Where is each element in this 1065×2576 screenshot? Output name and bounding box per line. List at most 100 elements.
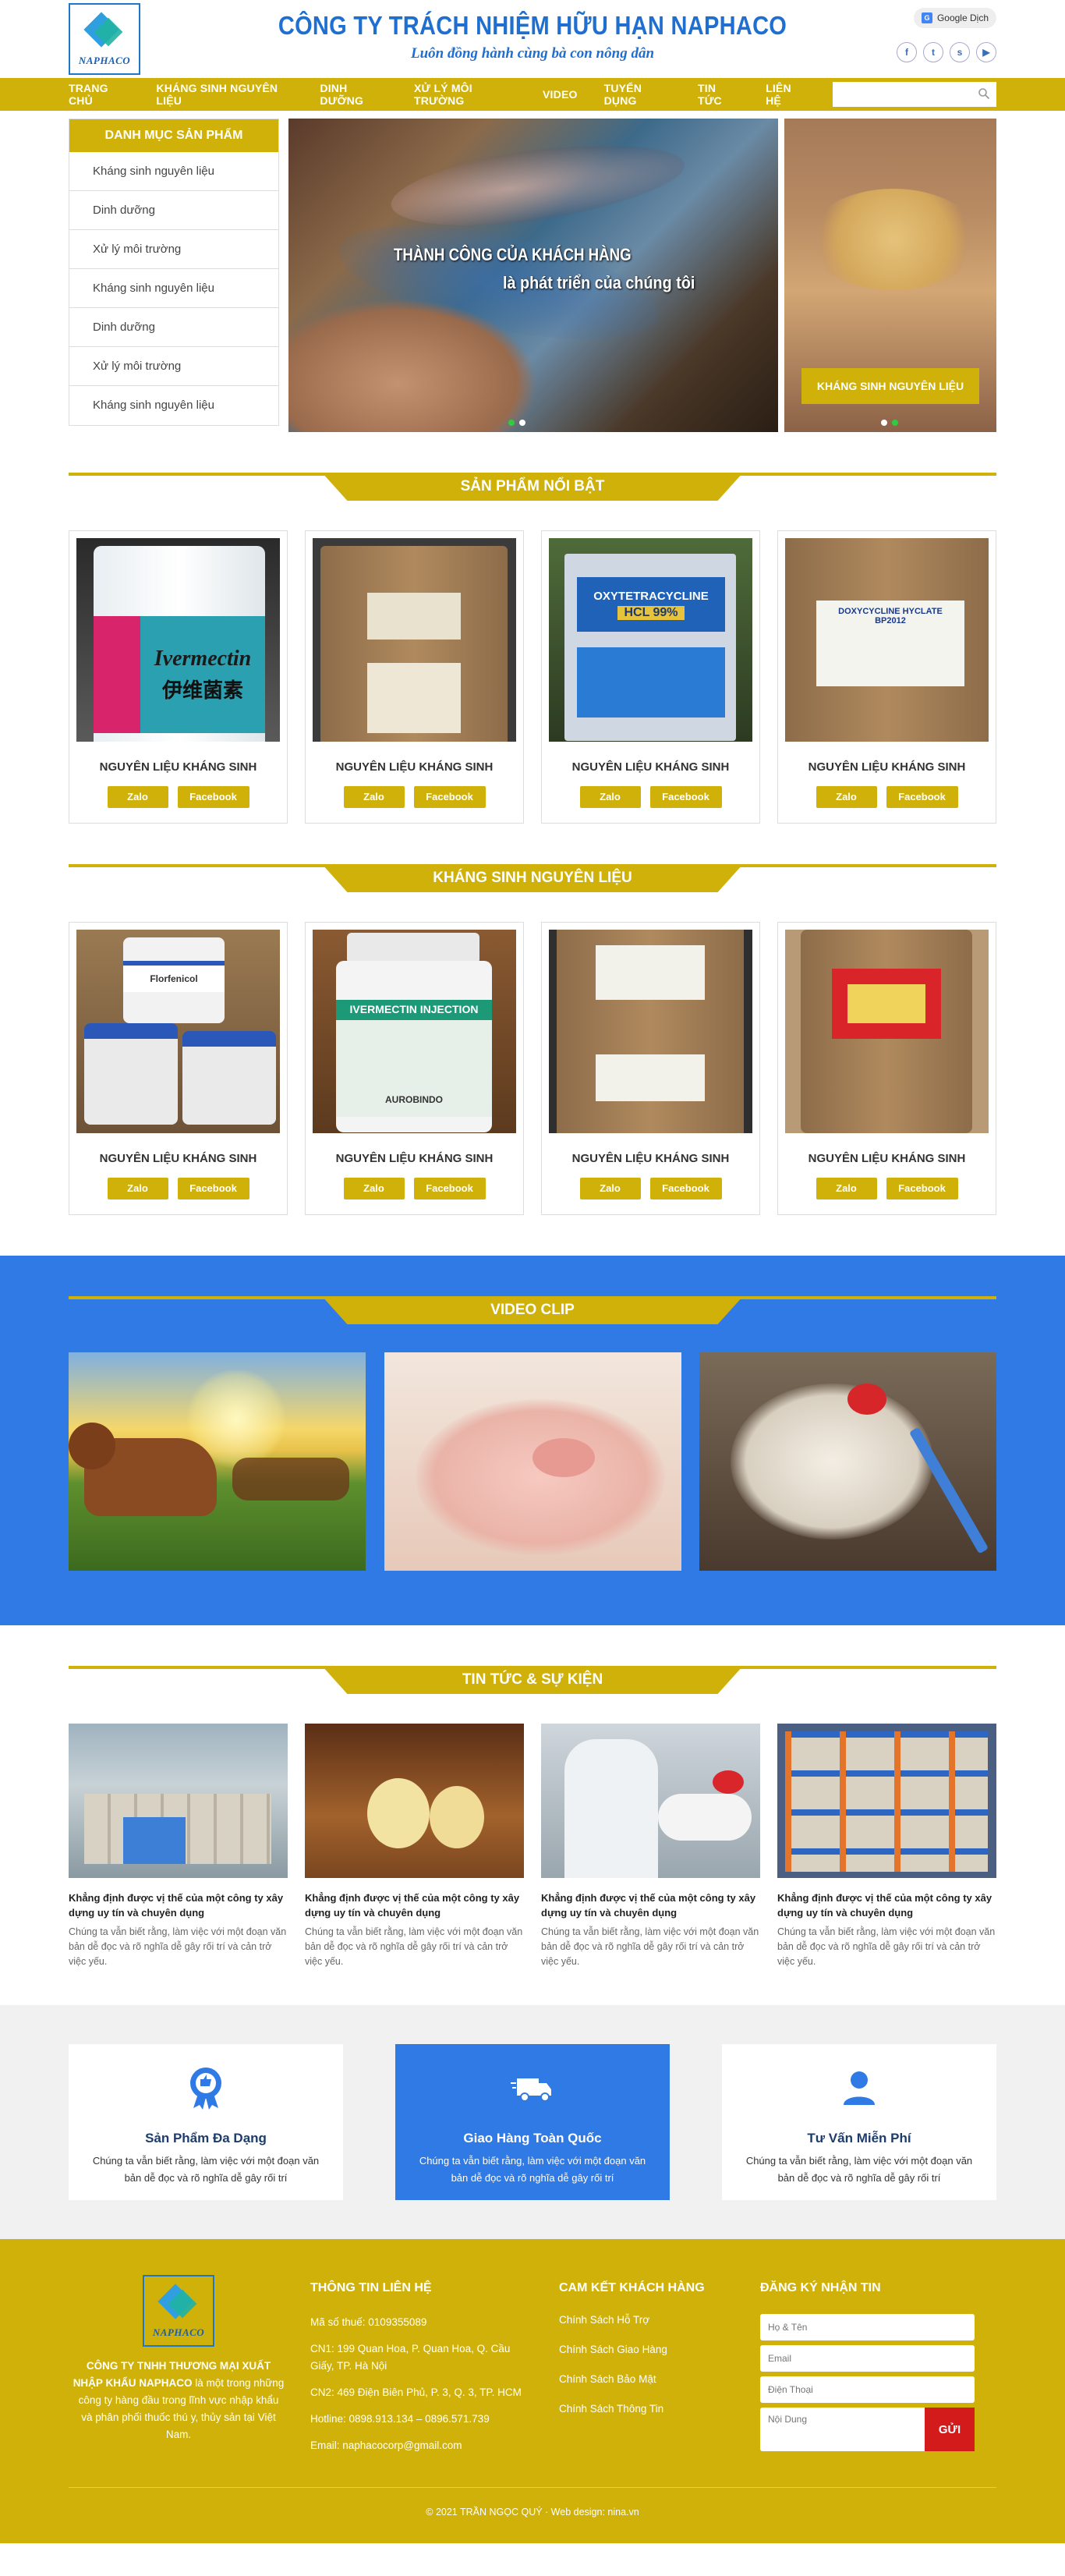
news-image[interactable] <box>305 1724 524 1878</box>
zalo-button[interactable]: Zalo <box>816 1178 877 1199</box>
category-item[interactable]: Dinh dưỡng <box>69 191 278 230</box>
video-thumbnail-cattle[interactable] <box>69 1352 366 1571</box>
twitter-icon[interactable]: t <box>923 42 943 62</box>
search-icon[interactable] <box>978 87 990 100</box>
category-item[interactable]: Xử lý môi trường <box>69 230 278 269</box>
search-input[interactable] <box>832 82 996 107</box>
facebook-button[interactable]: Facebook <box>886 786 958 808</box>
footer-logo[interactable]: NAPHACO <box>143 2275 214 2347</box>
product-image[interactable]: Ivermectin 伊维菌素 <box>76 538 280 742</box>
facebook-button[interactable]: Facebook <box>886 1178 958 1199</box>
footer-link-privacy-policy[interactable]: Chính Sách Bảo Mật <box>559 2373 760 2385</box>
footer-email[interactable]: Email: naphacocorp@gmail.com <box>310 2437 559 2454</box>
nav-item-antibiotics[interactable]: KHÁNG SINH NGUYÊN LIỆU <box>156 82 293 107</box>
video-thumbnail-pig[interactable] <box>384 1352 681 1571</box>
zalo-button[interactable]: Zalo <box>343 786 405 808</box>
zalo-button[interactable]: Zalo <box>816 786 877 808</box>
news-card[interactable]: Khẳng định được vị thế của một công ty x… <box>69 1724 288 1969</box>
product-card[interactable]: IVERMECTIN INJECTION AUROBINDO NGUYÊN LI… <box>305 922 524 1215</box>
facebook-button[interactable]: Facebook <box>177 786 249 808</box>
product-image[interactable]: IVERMECTIN INJECTION AUROBINDO <box>313 930 516 1133</box>
youtube-icon[interactable]: ▶ <box>976 42 996 62</box>
news-title[interactable]: Khẳng định được vị thế của một công ty x… <box>69 1890 288 1920</box>
product-card[interactable]: Ivermectin 伊维菌素 NGUYÊN LIỆU KHÁNG SINH Z… <box>69 530 288 824</box>
product-label: DOXYCYCLINE HYCLATE BP2012 <box>838 607 943 625</box>
category-item[interactable]: Kháng sinh nguyên liệu <box>69 269 278 308</box>
zalo-button[interactable]: Zalo <box>107 1178 168 1199</box>
zalo-button[interactable]: Zalo <box>579 1178 641 1199</box>
facebook-button[interactable]: Facebook <box>413 786 486 808</box>
category-item[interactable]: Kháng sinh nguyên liệu <box>69 152 278 191</box>
skype-icon[interactable]: s <box>950 42 970 62</box>
news-card[interactable]: Khẳng định được vị thế của một công ty x… <box>305 1724 524 1969</box>
google-translate-button[interactable]: G Google Dịch <box>913 8 996 28</box>
category-item[interactable]: Dinh dưỡng <box>69 308 278 347</box>
product-name[interactable]: NGUYÊN LIỆU KHÁNG SINH <box>313 1152 516 1165</box>
subscribe-send-button[interactable]: GỬI <box>925 2408 975 2451</box>
news-title[interactable]: Khẳng định được vị thế của một công ty x… <box>305 1890 524 1920</box>
product-card[interactable]: Florfenicol NGUYÊN LIỆU KHÁNG SINH Zalo … <box>69 922 288 1215</box>
news-description: Chúng ta vẫn biết rằng, làm việc với một… <box>777 1926 996 1967</box>
facebook-icon[interactable]: f <box>897 42 917 62</box>
news-card[interactable]: Khẳng định được vị thế của một công ty x… <box>541 1724 760 1969</box>
side-banner-button[interactable]: KHÁNG SINH NGUYÊN LIỆU <box>801 368 979 404</box>
facebook-button[interactable]: Facebook <box>649 1178 722 1199</box>
nav-item-contact[interactable]: LIÊN HỆ <box>766 82 806 107</box>
news-image[interactable] <box>777 1724 996 1878</box>
news-title[interactable]: Khẳng định được vị thế của một công ty x… <box>777 1890 996 1920</box>
footer-link-shipping-policy[interactable]: Chính Sách Giao Hàng <box>559 2344 760 2355</box>
subscribe-phone-input[interactable] <box>760 2376 975 2403</box>
footer-link-support-policy[interactable]: Chính Sách Hỗ Trợ <box>559 2314 760 2326</box>
footer-hotline[interactable]: Hotline: 0898.913.134 – 0896.571.739 <box>310 2411 559 2428</box>
features-section: Sản Phẩm Đa Dạng Chúng ta vẫn biết rằng,… <box>0 2005 1065 2239</box>
product-name[interactable]: NGUYÊN LIỆU KHÁNG SINH <box>785 760 989 774</box>
banner-dot-active[interactable] <box>892 420 898 426</box>
facebook-button[interactable]: Facebook <box>177 1178 249 1199</box>
subscribe-name-input[interactable] <box>760 2314 975 2340</box>
video-thumbnail-chicken[interactable] <box>699 1352 996 1571</box>
product-name[interactable]: NGUYÊN LIỆU KHÁNG SINH <box>76 1152 280 1165</box>
product-image[interactable]: OXYTETRACYCLINE HCL 99% <box>549 538 752 742</box>
footer-about: NAPHACO CÔNG TY TNHH THƯƠNG MẠI XUẤT NHẬ… <box>69 2275 288 2464</box>
product-card[interactable]: DOXYCYCLINE HYCLATE BP2012 NGUYÊN LIỆU K… <box>777 530 996 824</box>
product-name[interactable]: NGUYÊN LIỆU KHÁNG SINH <box>549 1152 752 1165</box>
product-image[interactable] <box>313 538 516 742</box>
news-title[interactable]: Khẳng định được vị thế của một công ty x… <box>541 1890 760 1920</box>
news-card[interactable]: Khẳng định được vị thế của một công ty x… <box>777 1724 996 1969</box>
zalo-button[interactable]: Zalo <box>343 1178 405 1199</box>
subscribe-content-input[interactable] <box>760 2408 925 2451</box>
news-image[interactable] <box>541 1724 760 1878</box>
nav-item-news[interactable]: TIN TỨC <box>698 82 739 107</box>
product-card[interactable]: NGUYÊN LIỆU KHÁNG SINH Zalo Facebook <box>777 922 996 1215</box>
nav-item-nutrition[interactable]: DINH DƯỠNG <box>320 82 387 107</box>
nav-item-recruitment[interactable]: TUYỂN DỤNG <box>604 82 671 107</box>
nav-item-environment[interactable]: XỬ LÝ MÔI TRƯỜNG <box>414 82 516 107</box>
product-name[interactable]: NGUYÊN LIỆU KHÁNG SINH <box>76 760 280 774</box>
subscribe-email-input[interactable] <box>760 2345 975 2372</box>
product-image[interactable]: DOXYCYCLINE HYCLATE BP2012 <box>785 538 989 742</box>
banner-dot[interactable] <box>881 420 887 426</box>
side-banner[interactable]: KHÁNG SINH NGUYÊN LIỆU <box>784 119 996 432</box>
product-image[interactable] <box>549 930 752 1133</box>
facebook-button[interactable]: Facebook <box>413 1178 486 1199</box>
product-name[interactable]: NGUYÊN LIỆU KHÁNG SINH <box>313 760 516 774</box>
nav-item-home[interactable]: TRANG CHỦ <box>69 82 129 107</box>
facebook-button[interactable]: Facebook <box>649 786 722 808</box>
news-image[interactable] <box>69 1724 288 1878</box>
slider-dot-active[interactable] <box>508 420 515 426</box>
product-card[interactable]: NGUYÊN LIỆU KHÁNG SINH Zalo Facebook <box>305 530 524 824</box>
product-name[interactable]: NGUYÊN LIỆU KHÁNG SINH <box>549 760 752 774</box>
product-image[interactable] <box>785 930 989 1133</box>
product-card[interactable]: NGUYÊN LIỆU KHÁNG SINH Zalo Facebook <box>541 922 760 1215</box>
footer-link-info-policy[interactable]: Chính Sách Thông Tin <box>559 2403 760 2415</box>
product-image[interactable]: Florfenicol <box>76 930 280 1133</box>
nav-item-video[interactable]: VIDEO <box>543 88 578 101</box>
category-item[interactable]: Kháng sinh nguyên liệu <box>69 386 278 425</box>
product-card[interactable]: OXYTETRACYCLINE HCL 99% NGUYÊN LIỆU KHÁN… <box>541 530 760 824</box>
hero-slider[interactable]: THÀNH CÔNG CỦA KHÁCH HÀNG là phát triển … <box>288 119 778 432</box>
zalo-button[interactable]: Zalo <box>107 786 168 808</box>
category-item[interactable]: Xử lý môi trường <box>69 347 278 386</box>
product-name[interactable]: NGUYÊN LIỆU KHÁNG SINH <box>785 1152 989 1165</box>
slider-dot[interactable] <box>519 420 525 426</box>
zalo-button[interactable]: Zalo <box>579 786 641 808</box>
